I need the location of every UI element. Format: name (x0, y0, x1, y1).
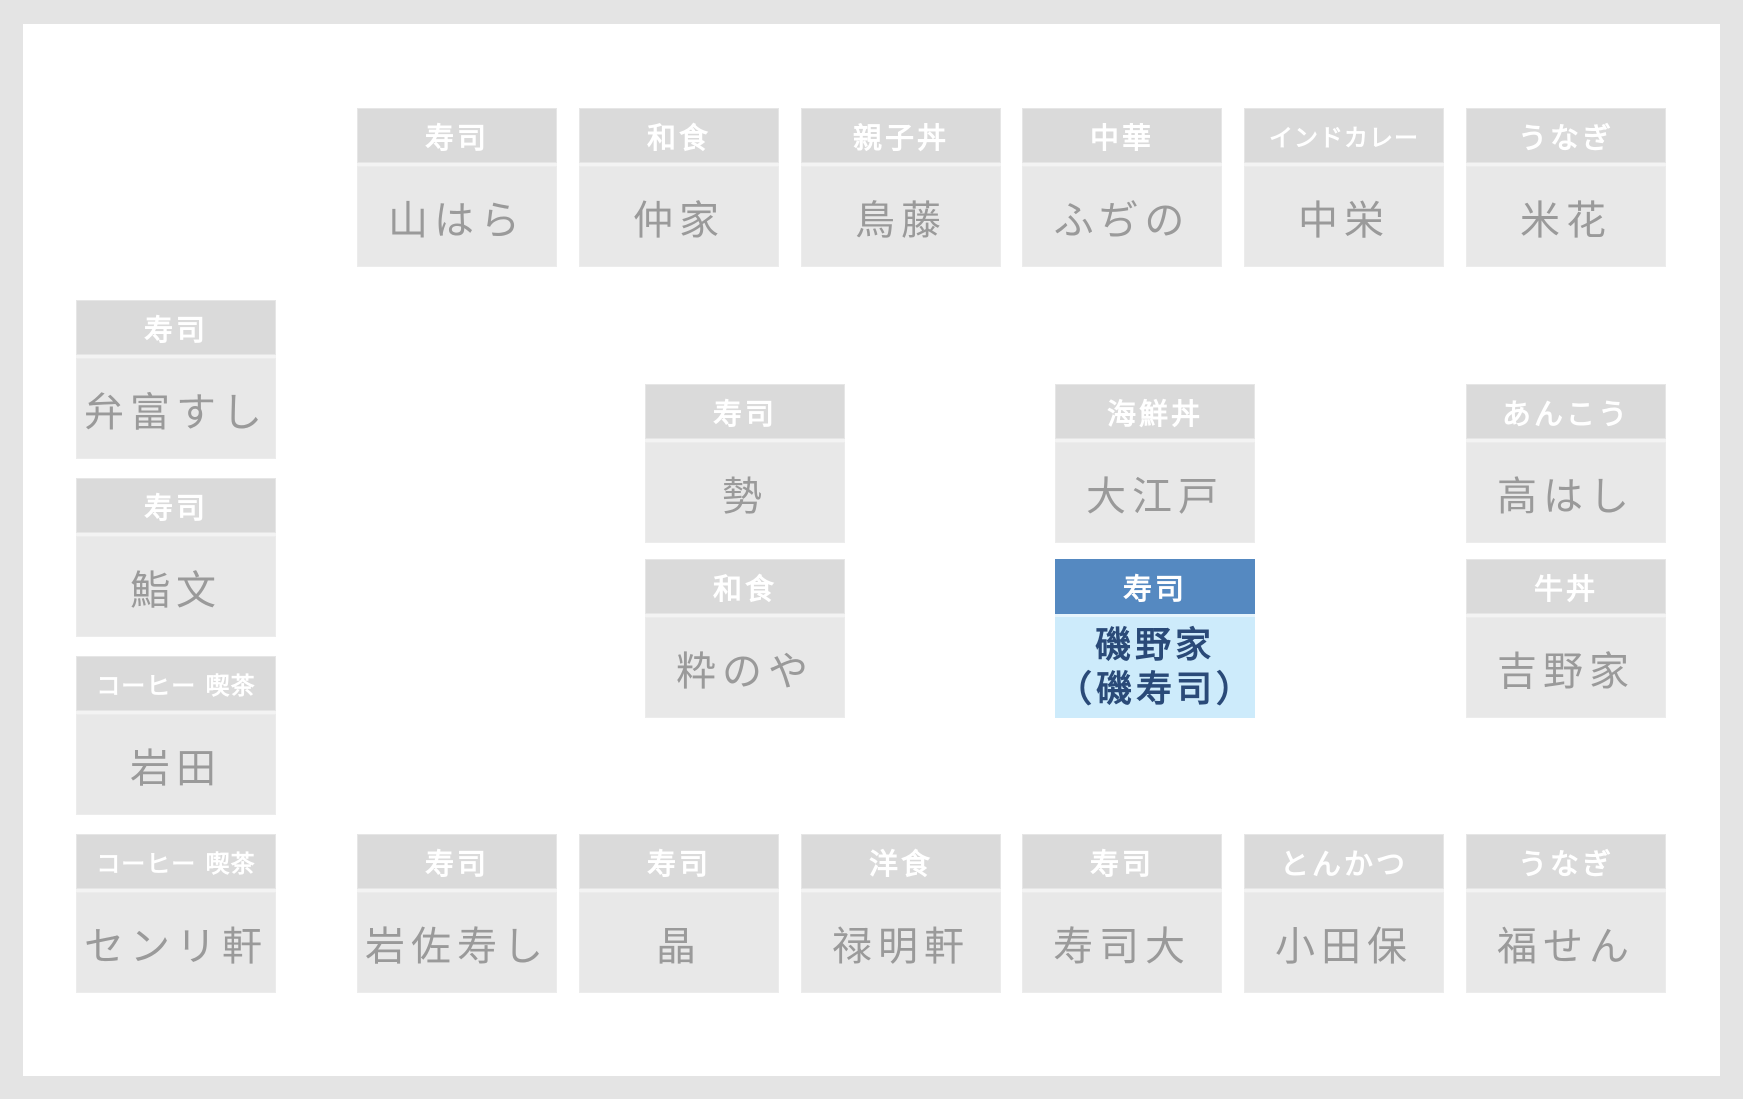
shop-tile[interactable]: 親子丼 鳥藤 (801, 108, 1001, 267)
shop-category: インドカレー (1244, 108, 1444, 163)
shop-category: 和食 (579, 108, 779, 163)
shop-category: うなぎ (1466, 834, 1666, 889)
shop-tile-selected[interactable]: 寿司 磯野家（磯寿司） (1055, 559, 1255, 718)
shop-tile[interactable]: インドカレー 中栄 (1244, 108, 1444, 267)
shop-tile[interactable]: 寿司 晶 (579, 834, 779, 993)
shop-tile[interactable]: とんかつ 小田保 (1244, 834, 1444, 993)
shop-tile[interactable]: 寿司 勢 (645, 384, 845, 543)
shop-name: 勢 (645, 442, 845, 543)
shop-name: 弁富すし (76, 358, 276, 459)
shop-category: 寿司 (76, 478, 276, 533)
shop-name: 山はら (357, 166, 557, 267)
shop-name: 鮨文 (76, 536, 276, 637)
shop-name: 寿司大 (1022, 892, 1222, 993)
shop-category: 牛丼 (1466, 559, 1666, 614)
shop-name: 禄明軒 (801, 892, 1001, 993)
shop-name: 岩田 (76, 714, 276, 815)
shop-tile[interactable]: 寿司 鮨文 (76, 478, 276, 637)
shop-tile[interactable]: 牛丼 吉野家 (1466, 559, 1666, 718)
shop-category: 寿司 (357, 108, 557, 163)
shop-name: ふぢの (1022, 166, 1222, 267)
shop-category: コーヒー 喫茶 (76, 656, 276, 711)
shop-name: 吉野家 (1466, 617, 1666, 718)
shop-tile[interactable]: うなぎ 福せん (1466, 834, 1666, 993)
shop-tile[interactable]: 寿司 岩佐寿し (357, 834, 557, 993)
shop-tile[interactable]: 寿司 山はら (357, 108, 557, 267)
shop-tile[interactable]: 中華 ふぢの (1022, 108, 1222, 267)
shop-name: 晶 (579, 892, 779, 993)
shop-name: 福せん (1466, 892, 1666, 993)
shop-name: 高はし (1466, 442, 1666, 543)
shop-category: 寿司 (579, 834, 779, 889)
shop-name: 粋のや (645, 617, 845, 718)
shop-name: 大江戸 (1055, 442, 1255, 543)
shop-tile[interactable]: コーヒー 喫茶 センリ軒 (76, 834, 276, 993)
shop-category: 寿司 (76, 300, 276, 355)
shop-category: 親子丼 (801, 108, 1001, 163)
shop-name: 岩佐寿し (357, 892, 557, 993)
shop-category: 寿司 (1022, 834, 1222, 889)
shop-tile[interactable]: あんこう 高はし (1466, 384, 1666, 543)
shop-name: 仲家 (579, 166, 779, 267)
shop-name: 米花 (1466, 166, 1666, 267)
shop-name: 鳥藤 (801, 166, 1001, 267)
shop-category: 寿司 (1055, 559, 1255, 614)
shop-tile[interactable]: 海鮮丼 大江戸 (1055, 384, 1255, 543)
shop-category: 和食 (645, 559, 845, 614)
shop-category: 寿司 (645, 384, 845, 439)
shop-tile[interactable]: 和食 仲家 (579, 108, 779, 267)
shop-category: あんこう (1466, 384, 1666, 439)
shop-tile[interactable]: 寿司 寿司大 (1022, 834, 1222, 993)
shop-category: 寿司 (357, 834, 557, 889)
shop-category: うなぎ (1466, 108, 1666, 163)
shop-name: 小田保 (1244, 892, 1444, 993)
shop-tile[interactable]: うなぎ 米花 (1466, 108, 1666, 267)
shop-category: とんかつ (1244, 834, 1444, 889)
shop-tile[interactable]: 和食 粋のや (645, 559, 845, 718)
shop-tile[interactable]: 洋食 禄明軒 (801, 834, 1001, 993)
shop-tile[interactable]: コーヒー 喫茶 岩田 (76, 656, 276, 815)
shop-name: センリ軒 (76, 892, 276, 993)
shop-category: 海鮮丼 (1055, 384, 1255, 439)
shop-category: コーヒー 喫茶 (76, 834, 276, 889)
shop-name: 中栄 (1244, 166, 1444, 267)
shop-category: 中華 (1022, 108, 1222, 163)
shop-category: 洋食 (801, 834, 1001, 889)
shop-tile[interactable]: 寿司 弁富すし (76, 300, 276, 459)
shop-name: 磯野家（磯寿司） (1055, 617, 1255, 718)
